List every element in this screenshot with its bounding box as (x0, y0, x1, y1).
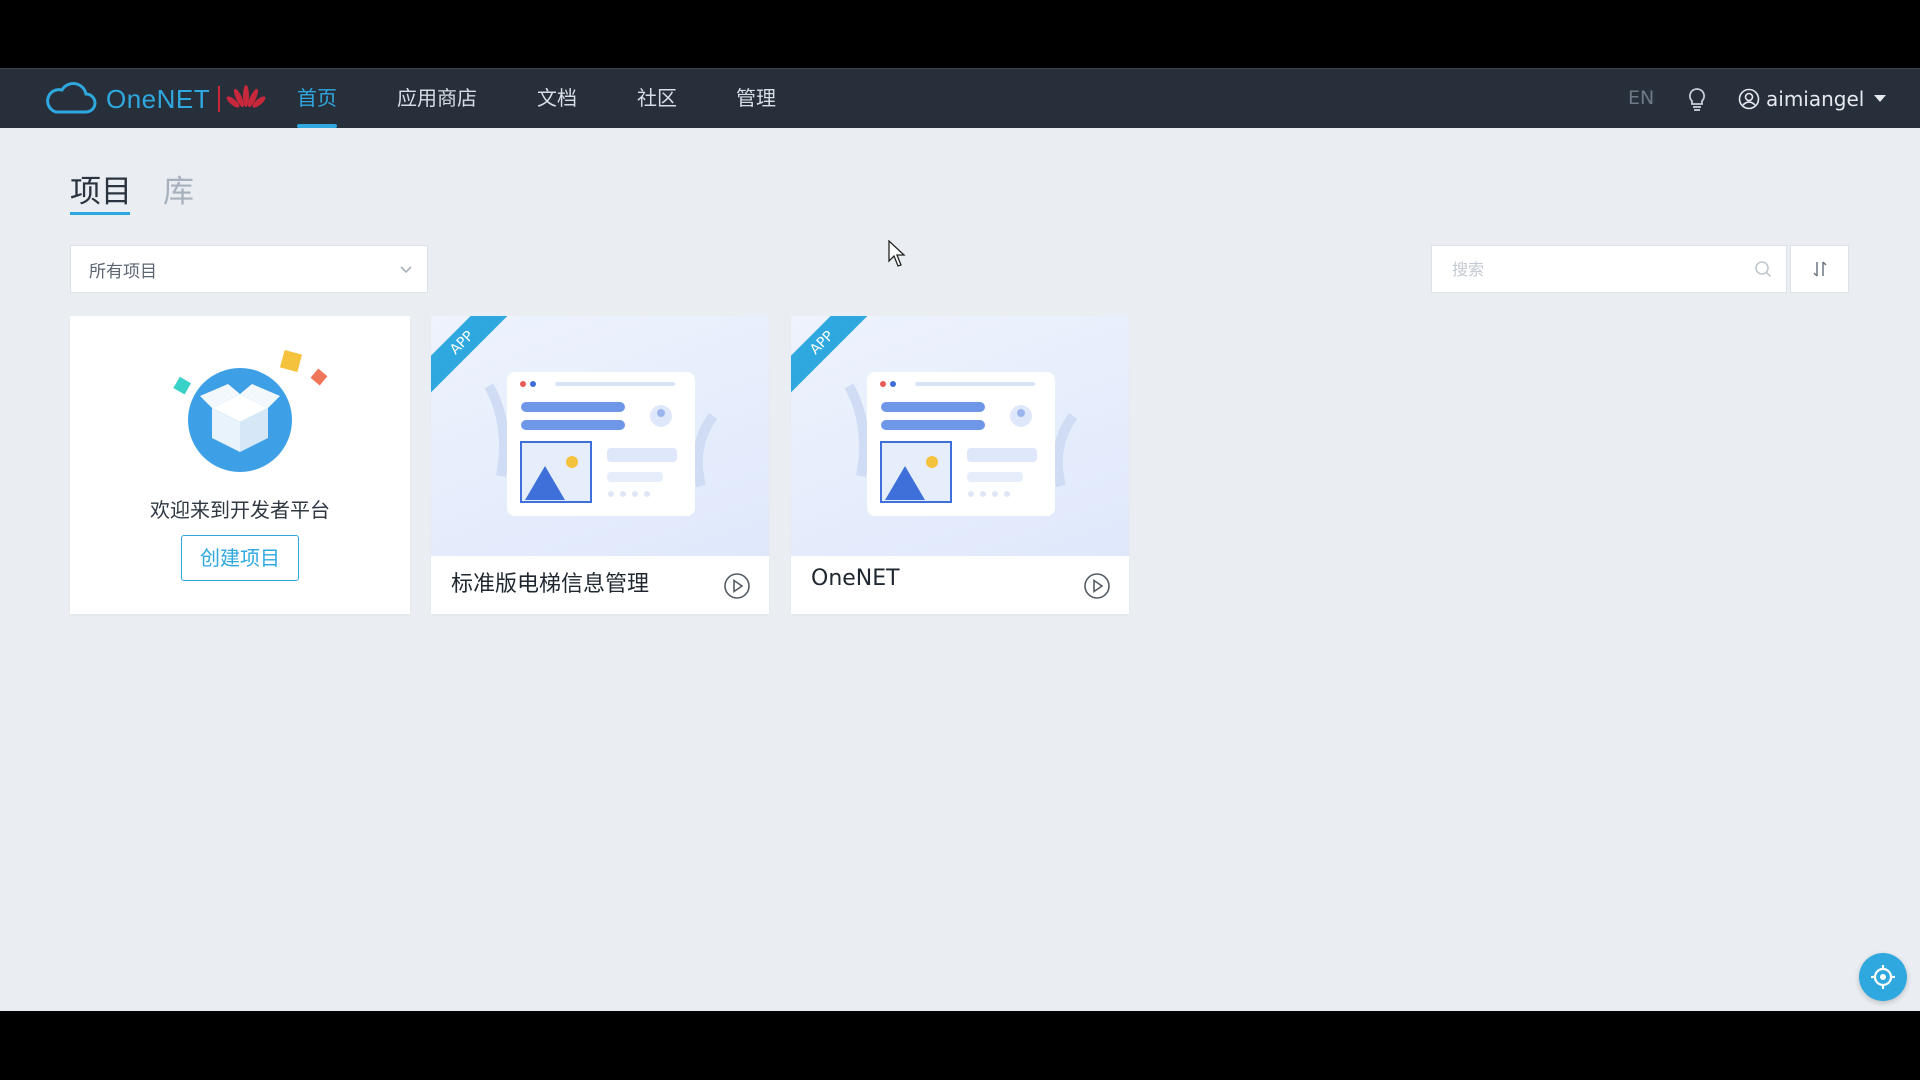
project-thumbnail: APP (791, 316, 1129, 556)
search-box (1431, 245, 1787, 293)
nav-manage[interactable]: 管理 (736, 69, 776, 128)
project-name: OneNET (811, 566, 900, 591)
floating-assist-button[interactable] (1859, 953, 1907, 1001)
search-input[interactable] (1450, 258, 1744, 280)
welcome-card: 欢迎来到开发者平台 创建项目 (70, 316, 410, 614)
sort-button[interactable] (1790, 245, 1849, 293)
mouse-cursor-icon (888, 240, 906, 267)
app-illustration-icon (484, 372, 718, 516)
top-navbar: OneNET 首页 应用商店 文档 社区 管理 EN aimiangel (0, 68, 1920, 128)
nav-home[interactable]: 首页 (297, 69, 337, 128)
tab-projects[interactable]: 项目 (70, 166, 132, 211)
play-icon[interactable] (723, 572, 751, 600)
chevron-down-icon (400, 266, 412, 274)
lightbulb-icon[interactable] (1686, 87, 1708, 111)
project-card[interactable]: APP 标准版电梯信息管理 (431, 316, 769, 614)
logo-divider (218, 86, 221, 112)
project-card[interactable]: APP OneNET (791, 316, 1129, 614)
nav-community[interactable]: 社区 (637, 69, 677, 128)
huawei-logo-icon (226, 85, 266, 108)
user-menu[interactable]: aimiangel (1738, 69, 1887, 128)
create-project-button[interactable]: 创建项目 (181, 535, 299, 581)
app-illustration-icon (844, 372, 1078, 516)
username: aimiangel (1766, 86, 1865, 111)
nav-docs[interactable]: 文档 (537, 69, 577, 128)
project-filter-value: 所有项目 (89, 261, 157, 282)
chevron-down-icon (1874, 95, 1887, 102)
cloud-logo-icon (46, 82, 97, 114)
sort-icon (1812, 261, 1827, 277)
project-thumbnail: APP (431, 316, 769, 556)
welcome-message: 欢迎来到开发者平台 (150, 498, 330, 522)
play-icon[interactable] (1083, 572, 1111, 600)
user-icon (1738, 88, 1760, 109)
app-viewport: OneNET 首页 应用商店 文档 社区 管理 EN aimiangel 项目 … (0, 68, 1920, 1011)
language-switch[interactable]: EN (1628, 69, 1654, 127)
project-name: 标准版电梯信息管理 (451, 572, 650, 597)
open-box-icon (173, 349, 328, 472)
search-icon[interactable] (1754, 260, 1772, 278)
tab-library[interactable]: 库 (163, 166, 194, 211)
brand-logo[interactable]: OneNET (44, 82, 266, 116)
locate-icon (1871, 965, 1895, 989)
project-filter-select[interactable]: 所有项目 (70, 245, 428, 293)
active-tab-indicator (70, 212, 130, 215)
nav-app-store[interactable]: 应用商店 (397, 69, 477, 128)
brand-name: OneNET (106, 83, 211, 114)
